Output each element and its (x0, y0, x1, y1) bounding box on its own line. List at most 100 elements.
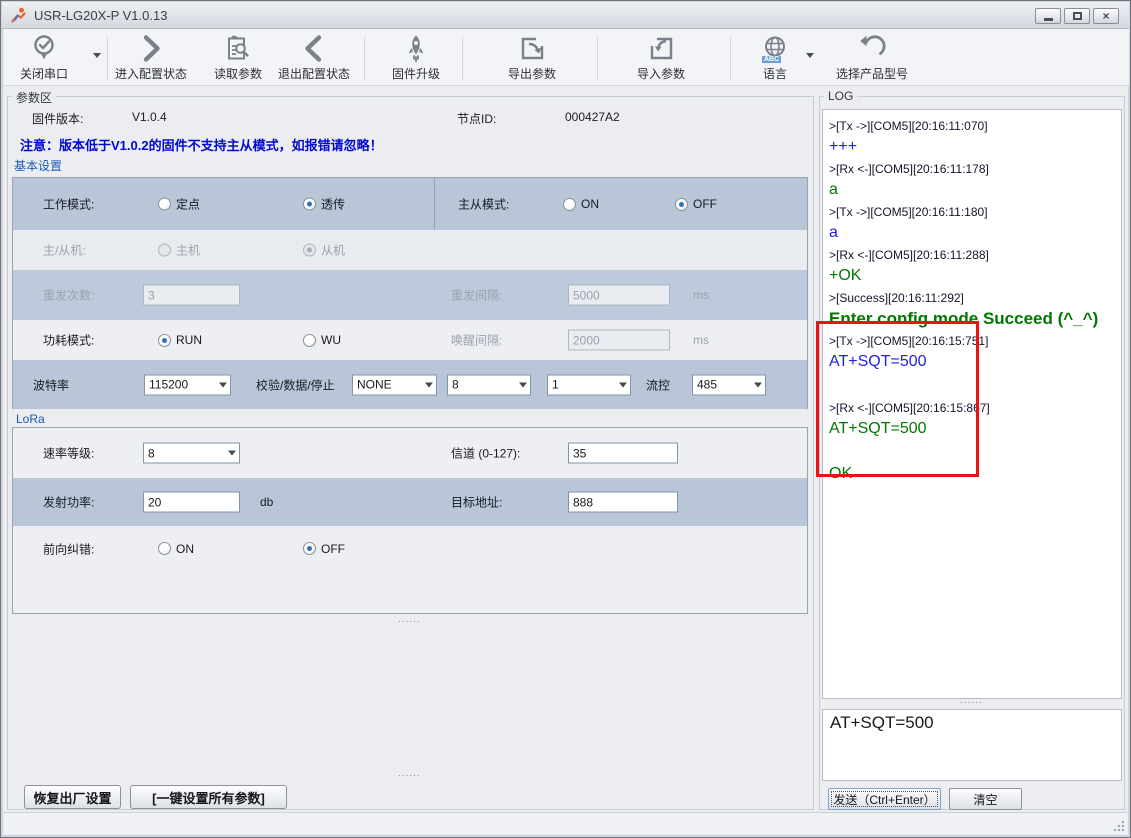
toolbar-button-enter-config[interactable]: 进入配置状态 (111, 34, 191, 82)
log-group-label: LOG (824, 89, 857, 103)
window-title: USR-LG20X-P V1.0.13 (34, 8, 167, 23)
maximize-button[interactable] (1064, 8, 1090, 24)
log-line (829, 372, 1115, 396)
log-line: Enter config mode Succeed (^_^) (829, 308, 1115, 329)
radio-fec-on[interactable]: ON (158, 542, 194, 556)
app-window: USR-LG20X-P V1.0.13 × 关闭串口 进入配置状态 (0, 0, 1131, 838)
radio-master: 主机 (158, 242, 200, 259)
lora-settings-panel: 速率等级: 8 信道 (0-127): 发射功率: db 目标地址: 前向纠错:… (12, 427, 808, 614)
row-fec: 前向纠错: ON OFF (13, 526, 807, 571)
radio-icon (158, 542, 171, 555)
clear-button[interactable]: 清空 (949, 788, 1022, 810)
flow-control-select[interactable]: 485 (692, 374, 766, 395)
log-line: >[Rx <-][COM5][20:16:11:178] (829, 159, 1115, 179)
chevron-left-icon (299, 34, 329, 64)
master-or-slave-label: 主/从机: (43, 242, 86, 259)
rate-level-select[interactable]: 8 (143, 443, 240, 464)
node-id-value: 000427A2 (565, 110, 620, 124)
row-uart: 波特率 115200 校验/数据/停止 NONE 8 1 流控 485 (13, 360, 807, 409)
restore-factory-button[interactable]: 恢复出厂设置 (24, 785, 121, 809)
close-button[interactable]: × (1093, 8, 1119, 24)
radio-checked-icon (303, 244, 316, 257)
log-output[interactable]: >[Tx ->][COM5][20:16:11:070]+++>[Rx <-][… (822, 109, 1122, 699)
toolbar-button-language[interactable]: ABC 语言 (753, 34, 797, 82)
splitter-handle[interactable]: ...... (398, 771, 421, 777)
chevron-down-icon (615, 375, 630, 394)
resend-interval-input (568, 285, 670, 306)
resend-interval-unit: ms (693, 288, 709, 302)
minimize-icon (1044, 18, 1053, 21)
firmware-version-label: 固件版本: (32, 110, 83, 127)
data-bits-select[interactable]: 8 (447, 374, 531, 395)
chevron-down-icon[interactable] (806, 53, 814, 58)
log-line: a (829, 179, 1115, 200)
parity-select[interactable]: NONE (352, 374, 437, 395)
radio-power-wu[interactable]: WU (303, 333, 341, 347)
resend-interval-label: 重发间隔: (451, 287, 502, 304)
baud-rate-label: 波特率 (33, 376, 69, 393)
target-address-input[interactable] (568, 492, 678, 513)
toolbar-button-firmware-upgrade[interactable]: 固件升级 (386, 34, 446, 82)
chevron-right-icon (136, 34, 166, 64)
log-line: >[Tx ->][COM5][20:16:15:751] (829, 331, 1115, 351)
chevron-down-icon[interactable] (93, 53, 101, 58)
radio-master-slave-off[interactable]: OFF (675, 197, 717, 211)
minimize-button[interactable] (1035, 8, 1061, 24)
radio-slave: 从机 (303, 242, 345, 259)
wake-interval-label: 唤醒间隔: (451, 332, 502, 349)
radio-power-run[interactable]: RUN (158, 333, 202, 347)
resize-grip-icon[interactable] (1113, 820, 1124, 831)
log-line (829, 439, 1115, 463)
pin-check-icon (29, 34, 59, 64)
parity-data-stop-label: 校验/数据/停止 (256, 376, 335, 393)
flow-control-label: 流控 (646, 376, 670, 393)
channel-input[interactable] (568, 443, 678, 464)
toolbar-separator (107, 37, 108, 81)
radio-work-mode-transparent[interactable]: 透传 (303, 196, 345, 213)
log-line: >[Success][20:16:11:292] (829, 288, 1115, 308)
chevron-down-icon (515, 375, 530, 394)
stop-bits-select[interactable]: 1 (547, 374, 631, 395)
at-command-input[interactable]: AT+SQT=500 (822, 709, 1122, 781)
splitter-handle[interactable]: ...... (960, 698, 983, 704)
splitter-handle[interactable]: ...... (398, 617, 421, 623)
toolbar-button-select-model[interactable]: 选择产品型号 (826, 34, 918, 82)
toolbar-button-import-params[interactable]: 导入参数 (631, 34, 691, 82)
toolbar-button-exit-config[interactable]: 退出配置状态 (274, 34, 354, 82)
node-id-label: 节点ID: (457, 110, 496, 127)
log-line: a (829, 222, 1115, 243)
title-bar[interactable]: USR-LG20X-P V1.0.13 × (2, 2, 1129, 29)
fec-label: 前向纠错: (43, 540, 94, 557)
resend-times-label: 重发次数: (43, 287, 94, 304)
wake-interval-unit: ms (693, 333, 709, 347)
tx-power-label: 发射功率: (43, 494, 94, 511)
log-line: >[Tx ->][COM5][20:16:11:070] (829, 116, 1115, 136)
radio-fec-off[interactable]: OFF (303, 542, 345, 556)
set-all-params-button[interactable]: [一键设置所有参数] (130, 785, 287, 809)
toolbar-button-export-params[interactable]: 导出参数 (502, 34, 562, 82)
row-rate-level: 速率等级: 8 信道 (0-127): (13, 428, 807, 478)
lora-section-label: LoRa (14, 412, 47, 426)
toolbar-button-read-params[interactable]: 读取参数 (208, 34, 268, 82)
log-groupbox: LOG >[Tx ->][COM5][20:16:11:070]+++>[Rx … (819, 96, 1125, 810)
row-tx-power: 发射功率: db 目标地址: (13, 478, 807, 526)
app-logo-icon (10, 7, 27, 24)
radio-checked-icon (303, 542, 316, 555)
chevron-down-icon (750, 375, 765, 394)
radio-work-mode-fixed[interactable]: 定点 (158, 196, 200, 213)
tx-power-input[interactable] (143, 492, 240, 513)
send-button[interactable]: 发送（Ctrl+Enter） (828, 788, 941, 810)
row-master-or-slave: 主/从机: 主机 从机 (13, 230, 807, 270)
work-mode-label: 工作模式: (43, 196, 94, 213)
toolbar-separator (462, 37, 463, 81)
radio-icon (563, 198, 576, 211)
log-line: +OK (829, 265, 1115, 286)
rate-level-label: 速率等级: (43, 445, 94, 462)
baud-rate-select[interactable]: 115200 (144, 374, 231, 395)
toolbar: 关闭串口 进入配置状态 读取参数 退出配置状态 (4, 29, 1129, 86)
status-bar (4, 812, 1127, 834)
firmware-version-value: V1.0.4 (132, 110, 167, 124)
radio-master-slave-on[interactable]: ON (563, 197, 599, 211)
toolbar-button-close-serial[interactable]: 关闭串口 (20, 34, 68, 82)
row-work-mode: 工作模式: 定点 透传 主从模式: ON OFF (13, 178, 807, 230)
